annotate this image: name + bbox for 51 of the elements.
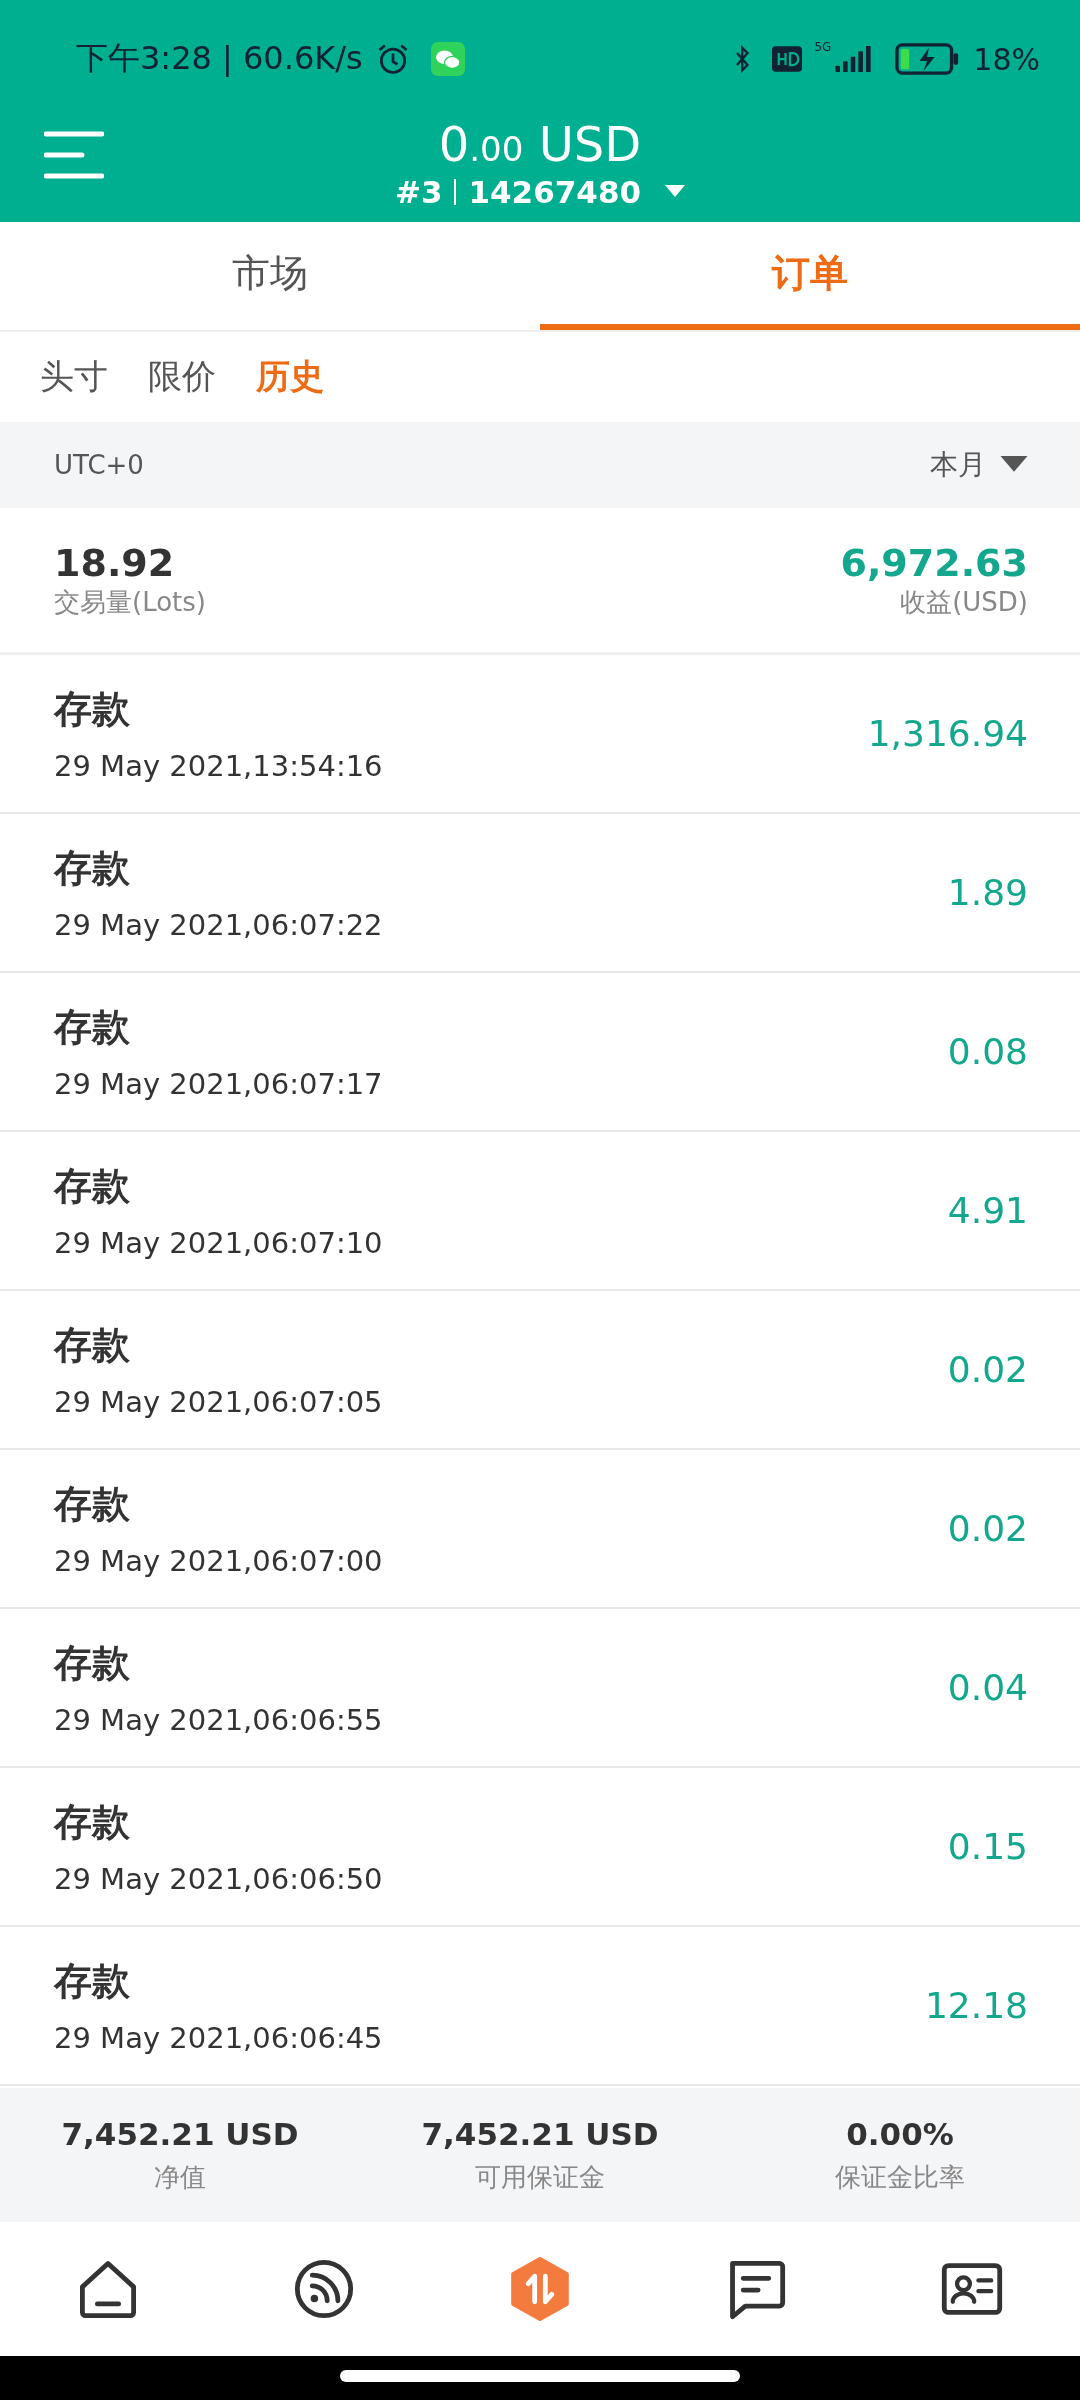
transaction-amount: 4.91 (947, 1190, 1028, 1231)
transaction-amount: 0.15 (947, 1826, 1028, 1867)
volume-label: 交易量(Lots) (54, 585, 206, 619)
transaction-type: 存款 (54, 845, 130, 892)
hd-icon (772, 46, 803, 72)
period-dropdown[interactable]: 本月 (930, 446, 1028, 484)
sub-tab[interactable]: 头寸 (40, 354, 108, 400)
battery-percent: 18% (973, 41, 1040, 77)
transaction-type: 存款 (54, 1640, 130, 1687)
profit-value: 6,972.63 (840, 540, 1028, 585)
transaction-amount: 1,316.94 (867, 713, 1028, 754)
transaction-time: 29 May 2021,06:07:22 (54, 908, 383, 942)
summary-value: 0.00% (846, 2115, 954, 2152)
profit-label: 收益(USD) (900, 585, 1028, 619)
transaction-amount: 12.18 (924, 1985, 1028, 2026)
summary-label: 保证金比率 (835, 2160, 965, 2194)
transaction-amount: 0.04 (947, 1667, 1028, 1708)
tab[interactable]: 市场 (0, 222, 540, 330)
volume-value: 18.92 (54, 540, 175, 585)
summary-value: 7,452.21 USD (421, 2115, 659, 2152)
transaction-type: 存款 (54, 1163, 130, 1210)
transaction-time: 29 May 2021,06:07:00 (54, 1544, 383, 1578)
signal-icon (833, 46, 874, 72)
transaction-time: 29 May 2021,06:06:55 (54, 1703, 383, 1737)
transaction-time: 29 May 2021,06:06:50 (54, 1862, 383, 1896)
transaction-time: 29 May 2021,06:07:17 (54, 1067, 383, 1101)
summary-label: 净值 (154, 2160, 206, 2194)
account-balance: 0.00 USD (438, 116, 642, 172)
transaction-amount: 0.02 (947, 1349, 1028, 1390)
transaction-amount: 0.08 (947, 1031, 1028, 1072)
menu-icon[interactable] (44, 130, 104, 180)
summary-label: 可用保证金 (475, 2160, 605, 2194)
transaction-type: 存款 (54, 1799, 130, 1846)
caret-icon[interactable] (1000, 456, 1028, 474)
chat-bubbles-icon (430, 42, 465, 76)
transaction-time: 29 May 2021,06:07:10 (54, 1226, 383, 1260)
transaction-time: 29 May 2021,06:07:05 (54, 1385, 383, 1419)
transaction-amount: 0.02 (947, 1508, 1028, 1549)
transaction-type: 存款 (54, 1958, 130, 2005)
sub-tab[interactable]: 限价 (148, 354, 216, 400)
status-time: 下午3:28 | 60.6K/s (76, 38, 363, 79)
transaction-type: 存款 (54, 1481, 130, 1528)
network-type: 5G (814, 40, 832, 54)
transaction-type: 存款 (54, 1322, 130, 1369)
transaction-time: 29 May 2021,06:06:45 (54, 2021, 383, 2055)
summary-value: 7,452.21 USD (61, 2115, 299, 2152)
timezone-label: UTC+0 (54, 450, 144, 480)
transaction-amount: 1.89 (947, 872, 1028, 913)
transaction-type: 存款 (54, 686, 130, 733)
transaction-type: 存款 (54, 1004, 130, 1051)
transaction-time: 29 May 2021,13:54:16 (54, 749, 383, 783)
